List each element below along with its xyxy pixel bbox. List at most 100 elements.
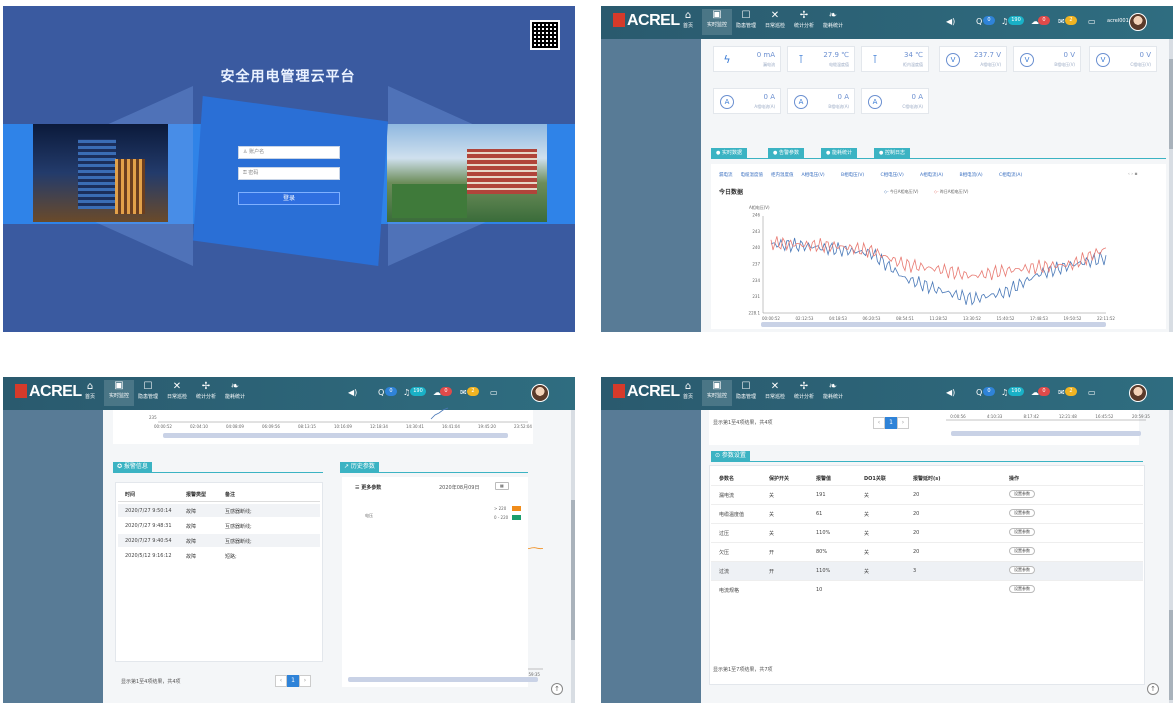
calendar-icon[interactable]: ▦ (495, 482, 509, 490)
login-title: 安全用电管理云平台 (220, 69, 356, 85)
qr-code (530, 20, 560, 50)
series-line-1 (770, 236, 1107, 281)
login-button[interactable]: 登录 (238, 192, 340, 205)
x-tick-label: 8:17:42 (1023, 414, 1039, 419)
x-tick-label: 23:52:04 (514, 424, 532, 429)
set-params-button[interactable]: 设置参数 (1009, 585, 1035, 593)
history-date-picker[interactable]: 2020年08月09日 (439, 484, 479, 491)
current-icon: A (868, 95, 882, 109)
x-tick-label: 16:45:52 (1095, 414, 1113, 419)
table-cell: 互感器断线; (225, 509, 252, 515)
metric-value: 0 A (837, 93, 849, 101)
page-1-button[interactable]: 1 (287, 675, 299, 687)
metric-card: V 0 V B相电压(V) (1013, 46, 1081, 72)
tab-2[interactable]: ● 能耗统计 (821, 148, 857, 158)
scroll-top-button[interactable]: ↑ (1147, 683, 1159, 695)
table-cell: 关 (864, 569, 870, 575)
more-params-link[interactable]: ☰ 更多参数 (355, 484, 381, 491)
metric-value: 0 A (763, 93, 775, 101)
series-line-0 (770, 237, 1107, 306)
table-cell: 互感器断线; (225, 539, 252, 545)
table-cell: 欠压 (719, 550, 730, 556)
table-cell: 漏电流 (719, 493, 735, 499)
params-header-line (711, 461, 1143, 462)
alarm-screen: ACREL ⌂ 首页 ▣ 实时监控 ☐ 隐患管理 ✕ 日常巡检 ✢ 统计分析 ❧ 能耗统计 ◀) Q 0 ♫ 1… (3, 377, 575, 703)
password-field[interactable]: ⚿ 密码 (238, 167, 340, 180)
table-row[interactable] (711, 580, 1143, 599)
prev-page-button[interactable]: ‹ (275, 675, 287, 687)
x-tick-label: 19:45:20 (478, 424, 496, 429)
subtab-0[interactable]: 漏电流 (719, 172, 733, 178)
metric-card: ⊺ 34 ℃ 柜内温度值 (861, 46, 929, 72)
subtab-2[interactable]: 柜内温度值 (771, 172, 794, 178)
username-placeholder: 账户名 (249, 149, 265, 155)
set-params-button[interactable]: 设置参数 (1009, 490, 1035, 498)
table-cell: 电缆温度值 (719, 512, 745, 518)
x-tick-label: 00:00:52 (762, 316, 780, 321)
set-params-button[interactable]: 设置参数 (1009, 528, 1035, 536)
next-page-button[interactable]: › (299, 675, 311, 687)
subtab-more[interactable]: ‹ › ▪ (1128, 172, 1138, 177)
history-header: ↗ 历史参数 (340, 462, 379, 472)
metric-value: 0 V (1063, 51, 1075, 59)
chart-zoom-slider[interactable] (761, 322, 1106, 327)
table-cell: 2020/5/12 9:16:12 (125, 553, 172, 559)
tab-3[interactable]: ● 控制日志 (874, 148, 910, 158)
upper-zoom-slider[interactable] (163, 433, 508, 438)
subtab-5[interactable]: C相电压(V) (881, 172, 904, 178)
subtab-3[interactable]: A相电压(V) (802, 172, 825, 178)
metric-value: 0 mA (756, 51, 775, 59)
x-tick-label: 15:40:52 (997, 316, 1015, 321)
metric-label: A相电压(V) (980, 62, 1001, 67)
y-tick-label: 243 (752, 229, 760, 234)
set-params-button[interactable]: 设置参数 (1009, 509, 1035, 517)
table-cell: 故障 (186, 554, 197, 560)
table-row[interactable] (711, 561, 1143, 580)
metric-label: 柜内温度值 (903, 62, 923, 67)
set-params-button[interactable]: 设置参数 (1009, 547, 1035, 555)
subtab-7[interactable]: B相电流(A) (960, 172, 983, 178)
table-row[interactable] (711, 523, 1143, 542)
params-col-header: 报警值 (816, 476, 832, 482)
subtab-4[interactable]: B相电压(V) (841, 172, 864, 178)
scroll-top-button[interactable]: ↑ (551, 683, 563, 695)
set-params-button[interactable]: 设置参数 (1009, 566, 1035, 574)
params-header: ⊙ 参数设置 (711, 451, 750, 461)
tab-1[interactable]: ● 告警参数 (768, 148, 804, 158)
tab-0[interactable]: ● 实时数据 (711, 148, 747, 158)
table-cell: 191 (816, 492, 826, 498)
table-cell: 关 (864, 512, 870, 518)
x-tick-label: 10:16:09 (334, 424, 352, 429)
current-icon: A (794, 95, 808, 109)
table-cell: 关 (769, 512, 775, 518)
params-col-header: 报警延时(s) (913, 476, 941, 482)
table-cell: 80% (816, 549, 828, 555)
subtab-1[interactable]: 电缆温度值 (741, 172, 764, 178)
metric-card: V 237.7 V A相电压(V) (939, 46, 1007, 72)
table-cell: 2020/7/27 9:50:14 (125, 508, 172, 514)
table-row[interactable] (711, 504, 1143, 523)
table-cell: 开 (769, 569, 775, 575)
metric-label: B相电流(A) (828, 104, 849, 109)
subtab-6[interactable]: A相电流(A) (920, 172, 943, 178)
x-tick-label: 06:20:53 (863, 316, 881, 321)
params-col-header: 保护开关 (769, 476, 790, 482)
table-cell: 关 (864, 550, 870, 556)
params-col-header: 操作 (1009, 476, 1020, 482)
subtab-8[interactable]: C相电流(A) (999, 172, 1022, 178)
history-zoom-slider[interactable] (348, 677, 538, 682)
x-tick-label: 17:48:53 (1030, 316, 1048, 321)
table-row[interactable] (711, 485, 1143, 504)
x-tick-label: 0:00:56 (950, 414, 966, 419)
table-cell: 20 (913, 511, 920, 517)
username-field[interactable]: ♙ 账户名 (238, 146, 340, 159)
building-photo-left (33, 124, 168, 222)
user-icon: ♙ (243, 149, 248, 155)
top-zoom-slider[interactable] (951, 431, 1141, 436)
alarm-pager: ‹ 1 › (275, 675, 311, 687)
table-cell: 开 (769, 550, 775, 556)
params-screen: ACREL ⌂ 首页 ▣ 实时监控 ☐ 隐患管理 ✕ 日常巡检 ✢ 统计分析 ❧ 能耗统计 ◀) Q 0 ♫ 1… (601, 377, 1173, 703)
metric-card: ⊺ 27.9 ℃ 电缆温度值 (787, 46, 855, 72)
divider (118, 501, 320, 502)
table-row[interactable] (711, 542, 1143, 561)
